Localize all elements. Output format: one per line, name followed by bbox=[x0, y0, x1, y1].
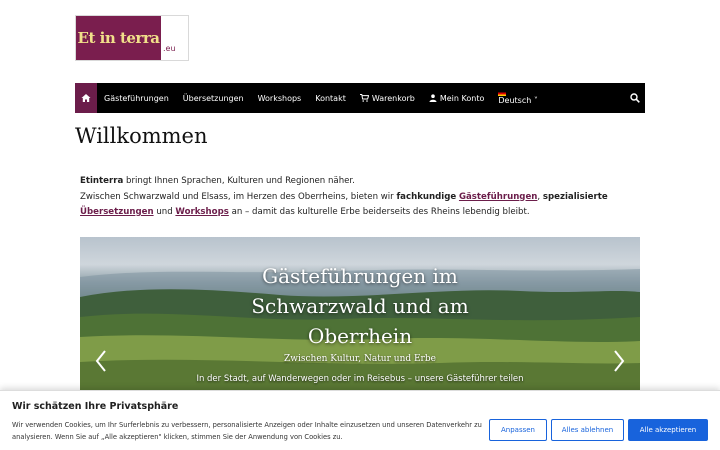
nav-item-cart[interactable]: Warenkorb bbox=[353, 83, 422, 113]
intro-line-3-text: an – damit das kulturelle Erbe beidersei… bbox=[228, 207, 530, 217]
main-navigation: Gästeführungen Übersetzungen Workshops K… bbox=[75, 83, 645, 113]
cart-icon bbox=[359, 94, 369, 102]
nav-item-contact[interactable]: Kontakt bbox=[308, 83, 353, 113]
link-translations[interactable]: Übersetzungen bbox=[80, 207, 154, 217]
nav-item-account[interactable]: Mein Konto bbox=[422, 83, 492, 113]
intro-line-3: Übersetzungen und Workshops an – damit d… bbox=[80, 205, 650, 221]
logo-tld: .eu bbox=[163, 44, 176, 53]
hero-subtitle: Zwischen Kultur, Natur und Erbe bbox=[284, 354, 436, 364]
chevron-right-icon bbox=[614, 350, 625, 372]
emphasis-fachkundige: fachkundige bbox=[396, 191, 457, 202]
intro-line-2-text: Zwischen Schwarzwald und Elsass, im Herz… bbox=[80, 191, 397, 202]
home-icon bbox=[81, 94, 91, 102]
hero-title: Gästeführungen im Schwarzwald und am Obe… bbox=[80, 261, 640, 351]
intro-line-1: Etinterra bringt Ihnen Sprachen, Kulture… bbox=[80, 174, 650, 190]
hero-title-line-1: Gästeführungen im bbox=[262, 264, 458, 288]
search-button[interactable] bbox=[630, 93, 645, 103]
link-tours[interactable]: Gästeführungen bbox=[459, 192, 537, 202]
language-switcher[interactable]: Deutsch ˅ bbox=[491, 83, 544, 113]
nav-item-translations[interactable]: Übersetzungen bbox=[176, 83, 251, 113]
brand-name: Etinterra bbox=[80, 176, 124, 186]
intro-text: Etinterra bringt Ihnen Sprachen, Kulture… bbox=[80, 174, 650, 221]
intro-line-1-text: bringt Ihnen Sprachen, Kulturen und Regi… bbox=[123, 176, 355, 186]
hero-tagline: In der Stadt, auf Wanderwegen oder im Re… bbox=[196, 374, 524, 384]
nav-item-tours[interactable]: Gästeführungen bbox=[97, 83, 176, 113]
language-label: Deutsch bbox=[498, 96, 532, 105]
cookie-title: Wir schätzen Ihre Privatsphäre bbox=[12, 401, 179, 412]
chevron-left-icon bbox=[95, 350, 106, 372]
site-logo[interactable]: Et in terra .eu bbox=[75, 15, 189, 61]
hero-title-line-3: Oberrhein bbox=[307, 324, 413, 348]
chevron-down-icon: ˅ bbox=[533, 96, 538, 105]
hero-slider: Gästeführungen im Schwarzwald und am Obe… bbox=[80, 237, 640, 390]
page-title: Willkommen bbox=[75, 124, 208, 148]
nav-item-workshops[interactable]: Workshops bbox=[251, 83, 309, 113]
intro-line-2: Zwischen Schwarzwald und Elsass, im Herz… bbox=[80, 191, 608, 202]
emphasis-spezialisierte: spezialisierte bbox=[542, 191, 608, 202]
account-label: Mein Konto bbox=[439, 93, 485, 103]
cookie-text: Wir verwenden Cookies, um Ihr Surferlebn… bbox=[12, 421, 482, 441]
slider-next-button[interactable] bbox=[612, 349, 626, 373]
search-icon bbox=[630, 93, 640, 103]
language-row: Deutsch ˅ bbox=[498, 96, 537, 105]
customize-button[interactable]: Anpassen bbox=[489, 419, 547, 441]
home-button[interactable] bbox=[75, 83, 97, 113]
cart-label: Warenkorb bbox=[371, 93, 415, 103]
slider-prev-button[interactable] bbox=[94, 349, 108, 373]
reject-all-button[interactable]: Alles ablehnen bbox=[551, 419, 624, 441]
accept-all-button[interactable]: Alle akzeptieren bbox=[628, 419, 708, 441]
user-icon bbox=[429, 94, 437, 102]
hero-title-line-2: Schwarzwald und am bbox=[251, 294, 469, 318]
intro-conjunction: und bbox=[153, 207, 176, 217]
link-workshops[interactable]: Workshops bbox=[175, 207, 228, 217]
logo-mark: Et in terra bbox=[76, 16, 161, 60]
